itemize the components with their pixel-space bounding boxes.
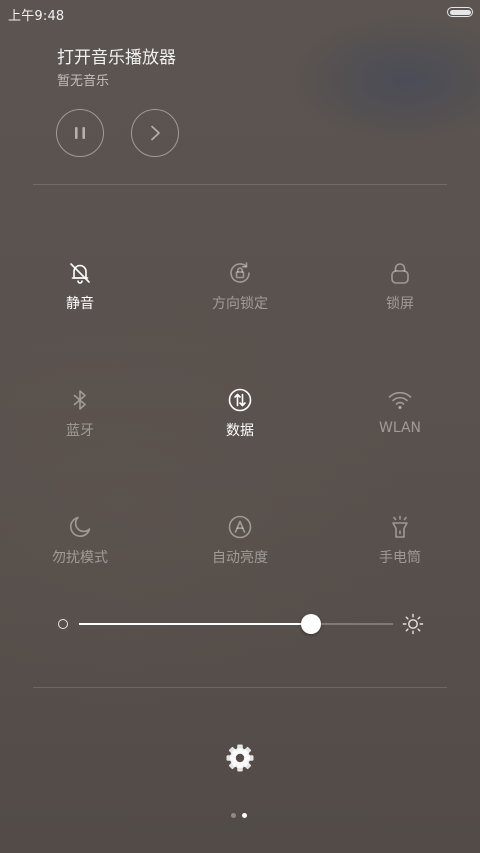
status-time: 上午9:48 [8, 9, 65, 24]
chevron-right-icon [151, 125, 160, 141]
toggle-bluetooth[interactable]: 蓝牙 [20, 387, 140, 447]
flashlight-icon [392, 515, 408, 538]
brightness-slider-fill [79, 623, 312, 625]
battery-icon [447, 7, 473, 17]
divider [33, 184, 447, 185]
brightness-control [55, 610, 425, 638]
mobile-data-icon [228, 388, 252, 412]
bell-off-icon [70, 263, 90, 284]
rotation-lock-icon [230, 262, 250, 283]
page-dot [231, 813, 236, 818]
bluetooth-icon [73, 390, 86, 410]
toggle-label: WLAN [378, 420, 421, 436]
toggle-label: 蓝牙 [66, 423, 94, 439]
wifi-icon [388, 391, 412, 410]
page-dot [242, 813, 247, 818]
music-player-subtitle: 暂无音乐 [57, 74, 110, 89]
pause-button[interactable] [56, 109, 104, 157]
battery-fill [449, 9, 471, 15]
toggle-rotation-lock[interactable]: 方向锁定 [180, 260, 300, 320]
brightness-high-icon [402, 613, 424, 635]
status-bar: 上午9:48 [0, 0, 480, 26]
toggle-mobile-data[interactable]: 数据 [180, 387, 300, 447]
brightness-slider-thumb[interactable] [301, 614, 322, 634]
toggle-do-not-disturb[interactable]: 勿扰模式 [20, 514, 140, 574]
lock-icon [391, 263, 409, 284]
music-player-title[interactable]: 打开音乐播放器 [57, 43, 176, 68]
toggle-mute[interactable]: 静音 [20, 260, 140, 320]
toggle-label: 方向锁定 [212, 296, 268, 312]
toggle-label: 锁屏 [386, 296, 414, 312]
toggle-label: 数据 [226, 423, 254, 439]
brightness-low-icon [58, 619, 68, 629]
toggle-flashlight[interactable]: 手电筒 [340, 514, 460, 574]
page-indicator [231, 813, 251, 819]
pause-icon [75, 127, 85, 139]
toggle-label: 自动亮度 [212, 550, 268, 566]
gear-icon [226, 744, 254, 772]
toggle-wlan[interactable]: WLAN [340, 387, 460, 447]
next-button[interactable] [131, 109, 179, 157]
divider [33, 687, 447, 688]
toggle-auto-brightness[interactable]: 自动亮度 [180, 514, 300, 574]
toggle-label: 手电筒 [379, 550, 421, 566]
settings-button[interactable] [224, 742, 256, 774]
brightness-slider[interactable] [79, 614, 393, 634]
moon-icon [69, 516, 91, 538]
auto-brightness-icon [228, 515, 252, 539]
toggle-label: 静音 [66, 296, 94, 312]
toggle-lock-screen[interactable]: 锁屏 [340, 260, 460, 320]
toggle-label: 勿扰模式 [52, 550, 108, 566]
